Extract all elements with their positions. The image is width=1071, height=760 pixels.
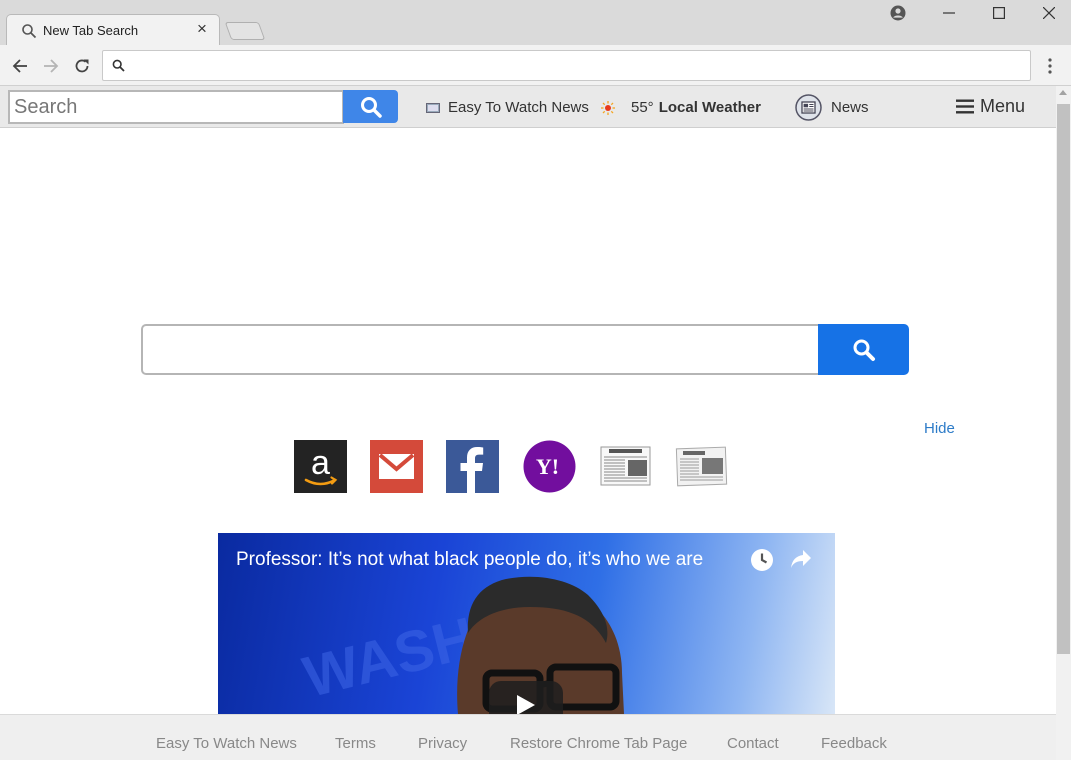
- svg-text:a: a: [311, 444, 330, 482]
- news-link[interactable]: News: [795, 94, 869, 121]
- main-search-input[interactable]: [141, 324, 820, 375]
- footer-link-privacy[interactable]: Privacy: [418, 735, 467, 752]
- search-icon: [853, 339, 875, 361]
- page-scrollbar[interactable]: [1056, 86, 1071, 760]
- forward-arrow-icon[interactable]: [40, 55, 62, 77]
- menu-button[interactable]: Menu: [956, 96, 1025, 117]
- newspaper-icon: [600, 446, 651, 486]
- browser-toolbar: [0, 45, 1071, 86]
- amazon-tile[interactable]: a: [294, 440, 347, 493]
- scroll-up-arrow-icon[interactable]: [1059, 90, 1067, 95]
- ext-search-input[interactable]: [8, 90, 344, 124]
- maximize-icon[interactable]: [979, 2, 1019, 24]
- search-icon: [360, 96, 382, 118]
- hamburger-icon: [956, 99, 974, 114]
- tab-close-icon[interactable]: ×: [197, 19, 207, 39]
- video-player[interactable]: WASH Professor: It’s not what black peop…: [218, 533, 835, 714]
- minimize-icon[interactable]: [929, 2, 969, 24]
- gmail-icon: [370, 440, 423, 493]
- footer-link-contact[interactable]: Contact: [727, 735, 779, 752]
- ext-search-button[interactable]: [343, 90, 398, 123]
- amazon-icon: a: [294, 440, 347, 493]
- svg-text:Y!: Y!: [536, 454, 559, 479]
- play-button[interactable]: [489, 681, 563, 714]
- gmail-tile[interactable]: [370, 440, 423, 493]
- facebook-tile[interactable]: [446, 440, 499, 493]
- watch-news-link[interactable]: Easy To Watch News: [426, 99, 589, 116]
- footer-link-restore-tab[interactable]: Restore Chrome Tab Page: [510, 735, 687, 752]
- local-weather-link[interactable]: 55° Local Weather: [601, 99, 761, 116]
- footer-link-watch-news[interactable]: Easy To Watch News: [156, 735, 297, 752]
- window-close-icon[interactable]: [1029, 2, 1069, 24]
- newspaper-icon: [675, 446, 728, 487]
- tv-icon: [426, 103, 440, 113]
- page-footer: Easy To Watch News Terms Privacy Restore…: [0, 714, 1056, 760]
- local-weather-label: Local Weather: [658, 99, 761, 116]
- svg-text:WASH: WASH: [297, 605, 482, 710]
- tab-title: New Tab Search: [43, 23, 139, 38]
- reload-icon[interactable]: [71, 55, 93, 77]
- extension-bar: Easy To Watch News 55° Local Weather New…: [0, 86, 1056, 128]
- scrollbar-thumb[interactable]: [1057, 104, 1070, 654]
- share-icon[interactable]: [790, 549, 812, 569]
- browser-tab[interactable]: New Tab Search ×: [6, 14, 220, 46]
- yahoo-icon: Y!: [523, 440, 576, 493]
- footer-link-feedback[interactable]: Feedback: [821, 735, 887, 752]
- newspaper-icon: [795, 94, 822, 121]
- daily-news-tile[interactable]: [675, 440, 728, 493]
- play-icon: [517, 695, 535, 714]
- search-icon: [22, 24, 37, 39]
- browser-titlebar: New Tab Search ×: [0, 0, 1071, 46]
- video-title: Professor: It’s not what black people do…: [236, 549, 704, 570]
- watch-later-icon[interactable]: [750, 548, 774, 572]
- back-arrow-icon[interactable]: [9, 55, 31, 77]
- main-search-button[interactable]: [818, 324, 909, 375]
- new-tab-button[interactable]: [224, 22, 266, 40]
- search-icon: [112, 59, 125, 72]
- newspaper-tile[interactable]: [599, 440, 652, 493]
- yahoo-tile[interactable]: Y!: [523, 440, 576, 493]
- more-vert-icon[interactable]: [1040, 55, 1060, 77]
- menu-label: Menu: [980, 96, 1026, 116]
- footer-link-terms[interactable]: Terms: [335, 735, 376, 752]
- watch-news-label: Easy To Watch News: [448, 99, 589, 116]
- sun-icon: [601, 100, 615, 115]
- address-bar[interactable]: [102, 50, 1031, 81]
- news-label: News: [831, 99, 869, 116]
- temperature-value: 55°: [631, 99, 654, 116]
- hide-link[interactable]: Hide: [924, 420, 955, 437]
- facebook-icon: [446, 440, 499, 493]
- profile-icon[interactable]: [878, 2, 918, 24]
